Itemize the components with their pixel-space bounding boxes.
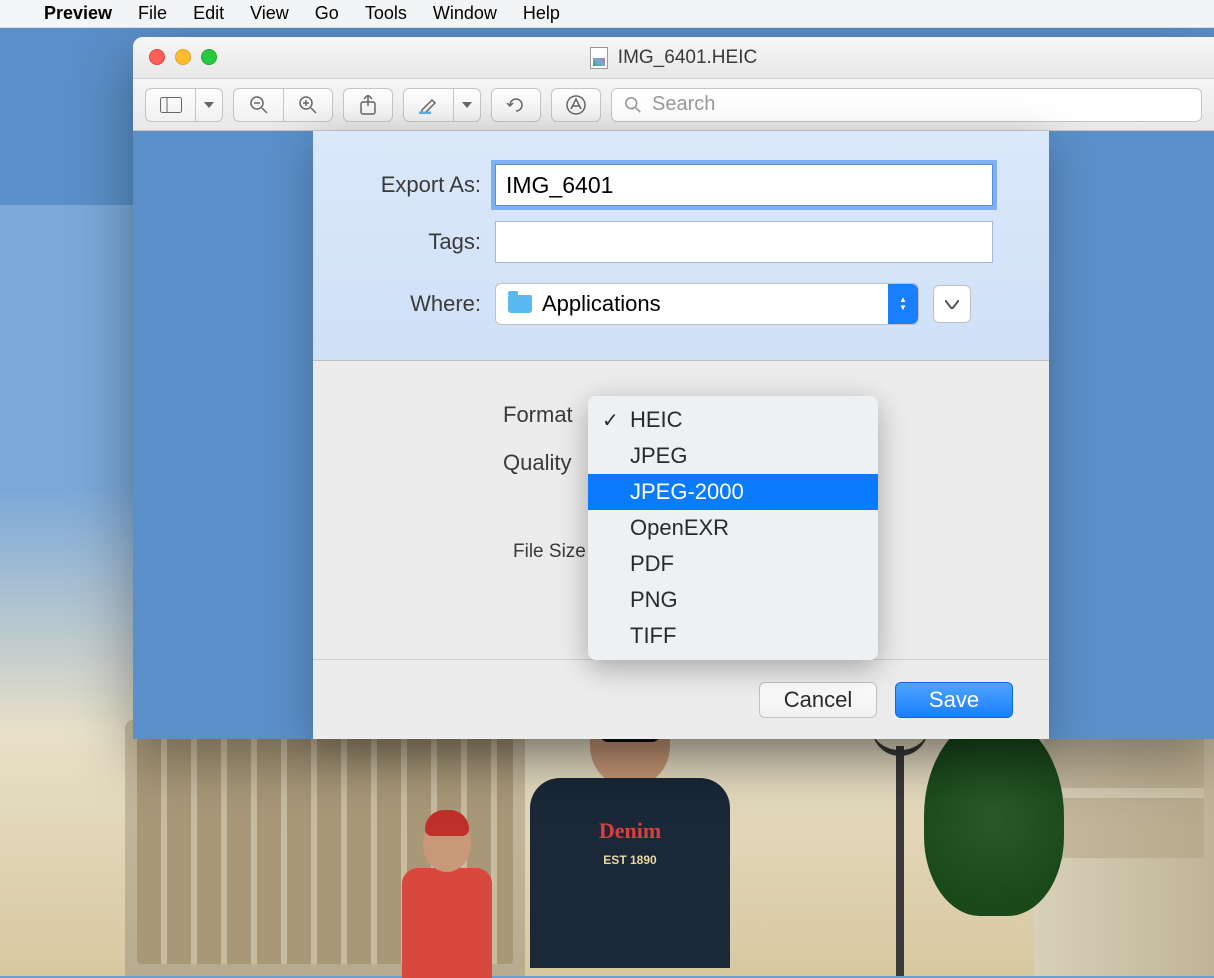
where-label: Where: [313,291,495,317]
sheet-footer: Cancel Save [313,659,1049,739]
highlight-button[interactable] [403,88,453,122]
format-option-openexr[interactable]: OpenEXR [588,510,878,546]
toolbar: Search [133,79,1214,131]
close-window-icon[interactable] [149,49,165,65]
window-titlebar[interactable]: IMG_6401.HEIC [133,37,1214,79]
tags-input[interactable] [495,221,993,263]
where-value: Applications [542,291,661,317]
format-option-tiff[interactable]: TIFF [588,618,878,654]
export-as-input[interactable] [495,164,993,206]
sidebar-toggle-button[interactable] [145,88,195,122]
zoom-in-button[interactable] [283,88,333,122]
search-placeholder: Search [652,93,715,116]
minimize-window-icon[interactable] [175,49,191,65]
search-input[interactable]: Search [611,88,1202,122]
zoom-out-button[interactable] [233,88,283,122]
folder-icon [508,295,532,313]
format-option-jpeg2000[interactable]: JPEG-2000 [588,474,878,510]
menu-view[interactable]: View [250,3,289,24]
export-as-label: Export As: [313,172,495,198]
menu-file[interactable]: File [138,3,167,24]
search-icon [624,96,642,114]
window-title: IMG_6401.HEIC [618,47,757,69]
sidebar-view-menu-button[interactable] [195,88,223,122]
document-icon [590,47,608,69]
save-button[interactable]: Save [895,682,1013,718]
menu-help[interactable]: Help [523,3,560,24]
system-menubar: Preview File Edit View Go Tools Window H… [0,0,1214,28]
tags-label: Tags: [313,229,495,255]
menu-go[interactable]: Go [315,3,339,24]
zoom-window-icon[interactable] [201,49,217,65]
stepper-arrows-icon: ▲▼ [888,284,918,324]
format-option-jpeg[interactable]: JPEG [588,438,878,474]
expand-where-button[interactable] [933,285,971,323]
share-button[interactable] [343,88,393,122]
highlight-menu-button[interactable] [453,88,481,122]
app-menu[interactable]: Preview [44,3,112,24]
menu-edit[interactable]: Edit [193,3,224,24]
format-option-pdf[interactable]: PDF [588,546,878,582]
format-option-heic[interactable]: HEIC [588,402,878,438]
rotate-button[interactable] [491,88,541,122]
markup-button[interactable] [551,88,601,122]
where-select[interactable]: Applications ▲▼ [495,283,919,325]
format-dropdown: HEIC JPEG JPEG-2000 OpenEXR PDF PNG TIFF [588,396,878,660]
format-option-png[interactable]: PNG [588,582,878,618]
menu-window[interactable]: Window [433,3,497,24]
cancel-button[interactable]: Cancel [759,682,877,718]
menu-tools[interactable]: Tools [365,3,407,24]
